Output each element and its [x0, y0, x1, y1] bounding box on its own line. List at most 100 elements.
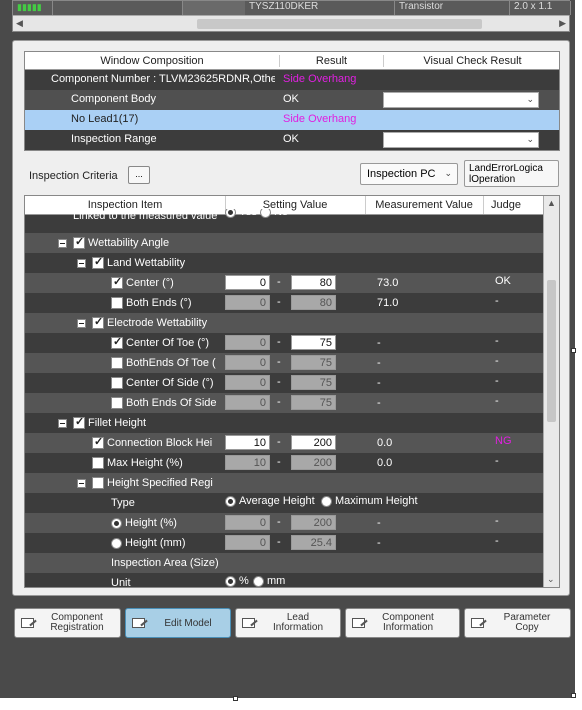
min-input[interactable]: 0 — [225, 375, 270, 390]
max-input[interactable]: 75 — [291, 355, 336, 370]
checkbox[interactable] — [92, 457, 104, 470]
row-label: Unit — [111, 577, 131, 588]
row-bothends-of-toe: BothEnds Of Toe ( 0 - 75 - - — [25, 353, 545, 373]
judge-value: - — [495, 355, 499, 367]
collapse-icon[interactable] — [77, 318, 86, 328]
checkbox[interactable] — [92, 317, 104, 330]
vertical-scrollbar[interactable]: ▲ ⌄ — [543, 196, 559, 587]
min-input[interactable]: 0 — [225, 395, 270, 410]
group-fillet-height[interactable]: Fillet Height — [58, 417, 146, 430]
resize-handle[interactable] — [233, 696, 238, 701]
checkbox[interactable] — [111, 397, 123, 410]
range-separator: - — [277, 356, 281, 368]
chevron-up-icon[interactable]: ▲ — [547, 198, 556, 208]
criteria-more-button[interactable]: ... — [128, 166, 150, 184]
max-input[interactable]: 80 — [291, 275, 336, 290]
group-electrode-wettability[interactable]: Electrode Wettability — [77, 317, 207, 330]
radio-label: Average Height — [239, 495, 315, 507]
item-bothends-of-toe[interactable]: BothEnds Of Toe ( — [111, 357, 225, 370]
inspection-panel: Window Composition Result Visual Check R… — [12, 40, 570, 596]
button-label: Component Information — [382, 612, 434, 633]
min-input[interactable]: 0 — [225, 515, 270, 530]
checkbox[interactable] — [92, 477, 104, 490]
checkbox[interactable] — [111, 357, 123, 370]
row-label: Height Specified Regi — [107, 477, 213, 489]
resize-handle[interactable] — [571, 693, 576, 698]
min-input[interactable]: 0 — [225, 275, 270, 290]
list-cell-type[interactable]: Transistor — [395, 1, 510, 15]
item-height-percent[interactable]: Height (%) — [111, 517, 177, 529]
min-input[interactable]: 0 — [225, 355, 270, 370]
item-max-height[interactable]: Max Height (%) — [92, 457, 183, 470]
max-input[interactable]: 200 — [291, 515, 336, 530]
checkbox[interactable] — [92, 257, 104, 270]
max-input[interactable]: 75 — [291, 395, 336, 410]
component-registration-button[interactable]: Component Registration — [14, 608, 121, 638]
collapse-icon[interactable] — [77, 478, 86, 488]
max-input[interactable]: 25.4 — [291, 535, 336, 550]
checkbox[interactable] — [73, 237, 85, 250]
parameter-copy-button[interactable]: Parameter Copy — [464, 608, 571, 638]
radio-maximum-height[interactable]: Maximum Height — [321, 495, 418, 507]
scrollbar-thumb[interactable] — [547, 280, 556, 422]
collapse-icon[interactable] — [58, 418, 67, 428]
checkbox[interactable] — [111, 277, 123, 290]
radio-no[interactable]: No — [260, 209, 288, 218]
max-input[interactable]: 200 — [291, 435, 336, 450]
collapse-icon[interactable] — [77, 258, 86, 268]
item-both-ends-of-side[interactable]: Both Ends Of Side — [111, 397, 225, 410]
wc-row-result: OK — [283, 93, 299, 105]
visual-check-select[interactable]: ⌄ — [383, 132, 539, 148]
max-input[interactable]: 75 — [291, 335, 336, 350]
visual-check-select[interactable]: ⌄ — [383, 92, 539, 108]
collapse-icon[interactable] — [58, 238, 67, 248]
wc-row-component-number[interactable]: Component Number : TLVM23625RDNR,Othe Si… — [25, 70, 559, 90]
min-input[interactable]: 0 — [225, 335, 270, 350]
max-input[interactable]: 200 — [291, 455, 336, 470]
checkbox[interactable] — [111, 297, 123, 310]
radio-average-height[interactable]: Average Height — [225, 495, 315, 507]
group-height-specified-region[interactable]: Height Specified Regi — [77, 477, 225, 490]
lead-information-button[interactable]: Lead Information — [235, 608, 341, 638]
header-result: Result — [279, 55, 383, 67]
radio-yes[interactable]: Yes — [225, 209, 257, 218]
item-height-mm[interactable]: Height (mm) — [111, 537, 186, 549]
group-wettability-angle[interactable]: Wettability Angle — [58, 237, 170, 250]
min-input[interactable]: 0 — [225, 535, 270, 550]
wc-row-no-lead[interactable]: + No Lead1(17) Side Overhang — [25, 110, 559, 130]
checkbox[interactable] — [111, 377, 123, 390]
inspection-pc-select[interactable]: Inspection PC ⌄ — [360, 163, 458, 185]
item-center[interactable]: Center (°) — [111, 277, 174, 290]
checkbox[interactable] — [111, 337, 123, 350]
checkbox[interactable] — [73, 417, 85, 430]
min-input[interactable]: 0 — [225, 295, 270, 310]
min-input[interactable]: 10 — [225, 455, 270, 470]
land-error-logical-operation-button[interactable]: LandErrorLogica lOperation — [464, 160, 559, 187]
chevron-down-icon[interactable]: ⌄ — [547, 574, 555, 585]
max-input[interactable]: 75 — [291, 375, 336, 390]
scroll-left-icon[interactable]: ◀ — [16, 18, 23, 29]
radio-label: Maximum Height — [335, 495, 418, 507]
radio-unit-percent[interactable]: % — [225, 575, 249, 587]
wc-row-inspection-range[interactable]: Inspection Range OK ⌄ — [25, 130, 559, 150]
edit-icon — [352, 616, 368, 630]
wc-row-component-body[interactable]: Component Body OK ⌄ — [25, 90, 559, 110]
item-connection-block-height[interactable]: Connection Block Hei — [92, 437, 225, 450]
scroll-right-icon[interactable]: ▶ — [559, 18, 566, 29]
item-center-of-toe[interactable]: Center Of Toe (°) — [111, 337, 209, 350]
component-information-button[interactable]: Component Information — [345, 608, 460, 638]
list-cell-size[interactable]: 2.0 x 1.1 — [510, 1, 571, 15]
radio-unit-mm[interactable]: mm — [253, 575, 285, 587]
list-cell-part[interactable]: TYSZ110DKER — [245, 1, 395, 15]
row-label: Wettability Angle — [88, 237, 170, 249]
checkbox[interactable] — [92, 437, 104, 450]
item-center-of-side[interactable]: Center Of Side (°) — [111, 377, 214, 390]
resize-handle[interactable] — [571, 348, 576, 353]
item-both-ends[interactable]: Both Ends (°) — [111, 297, 192, 310]
min-input[interactable]: 10 — [225, 435, 270, 450]
scrollbar-thumb[interactable] — [197, 19, 482, 29]
horizontal-scrollbar[interactable]: ◀ ▶ — [13, 15, 569, 31]
group-land-wettability[interactable]: Land Wettability — [77, 257, 185, 270]
edit-model-button[interactable]: Edit Model — [125, 608, 231, 638]
max-input[interactable]: 80 — [291, 295, 336, 310]
